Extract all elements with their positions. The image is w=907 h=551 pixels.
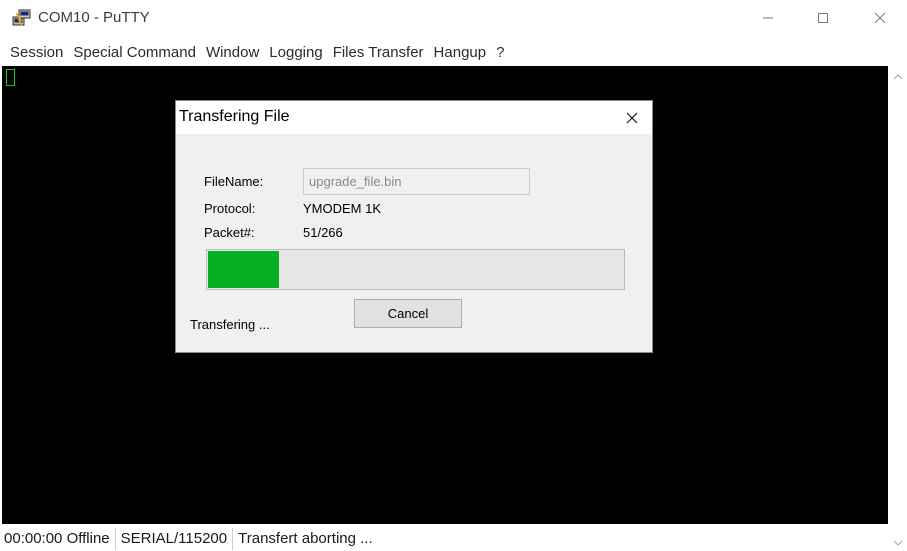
vertical-scrollbar[interactable] xyxy=(888,66,907,551)
maximize-icon xyxy=(818,13,828,23)
packet-value: 51/266 xyxy=(303,225,343,240)
scroll-down-button[interactable] xyxy=(888,534,907,551)
maximize-button[interactable] xyxy=(800,0,846,36)
progress-fill xyxy=(208,251,279,288)
filename-label: FileName: xyxy=(204,174,264,189)
chevron-up-icon xyxy=(893,74,902,80)
close-icon xyxy=(626,112,638,124)
menu-logging[interactable]: Logging xyxy=(265,44,326,61)
transfer-status-text: Transfering ... xyxy=(190,317,270,332)
status-state: Offline xyxy=(66,529,110,547)
filename-field[interactable] xyxy=(303,168,530,195)
status-connection: SERIAL/115200 xyxy=(116,527,234,550)
protocol-label: Protocol: xyxy=(204,201,256,216)
chevron-down-icon xyxy=(893,540,902,546)
minimize-button[interactable] xyxy=(745,0,791,36)
dialog-title: Transfering File xyxy=(179,108,290,125)
window-title: COM10 - PuTTY xyxy=(38,9,150,26)
status-time-state: 00:00:00 Offline xyxy=(0,527,116,550)
dialog-title-bar[interactable]: Transfering File xyxy=(176,101,652,134)
minimize-icon xyxy=(763,17,773,19)
menu-files-transfer[interactable]: Files Transfer xyxy=(329,44,428,61)
close-icon xyxy=(874,12,886,24)
status-bar: 00:00:00 Offline SERIAL/115200 Transfert… xyxy=(0,526,888,551)
menu-bar: Session Special Command Window Logging F… xyxy=(0,38,907,66)
putty-icon xyxy=(12,8,32,28)
menu-window[interactable]: Window xyxy=(202,44,263,61)
close-button[interactable] xyxy=(857,0,903,36)
status-message: Transfert aborting ... xyxy=(238,529,373,547)
transfer-dialog: Transfering File FileName: Protocol: YMO… xyxy=(175,100,653,353)
title-bar[interactable]: COM10 - PuTTY xyxy=(0,0,907,38)
transfer-progress-bar xyxy=(206,249,625,290)
dialog-close-button[interactable] xyxy=(616,103,648,133)
menu-session[interactable]: Session xyxy=(6,44,67,61)
packet-label: Packet#: xyxy=(204,225,255,240)
status-time: 00:00:00 xyxy=(4,529,63,547)
menu-hangup[interactable]: Hangup xyxy=(430,44,491,61)
scroll-up-button[interactable] xyxy=(888,68,907,86)
menu-help[interactable]: ? xyxy=(492,44,508,61)
putty-window: COM10 - PuTTY Session Special Command Wi… xyxy=(0,0,907,551)
menu-special-command[interactable]: Special Command xyxy=(69,44,200,61)
cancel-button[interactable]: Cancel xyxy=(354,299,462,328)
protocol-value: YMODEM 1K xyxy=(303,201,382,216)
terminal-cursor xyxy=(6,69,15,86)
